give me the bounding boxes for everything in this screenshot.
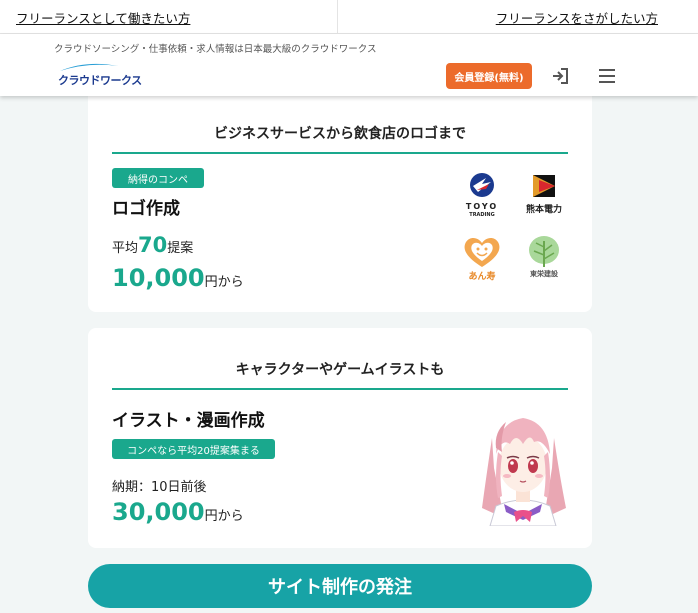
delivery-time: 納期：10日前後 [112, 480, 207, 495]
avg-suffix: 提案 [167, 241, 194, 256]
illustration-service-title: イラスト・漫画作成 [112, 411, 265, 431]
toei-kensetsu-logo: 東栄建設 [522, 235, 566, 279]
hamburger-menu-icon[interactable] [599, 69, 615, 83]
logo-service-price: 10,000円から [112, 264, 244, 292]
register-button[interactable]: 会員登録(無料) [446, 63, 532, 89]
client-link[interactable]: フリーランスをさがしたい方 [338, 0, 698, 34]
toyo-trading-logo: TOYO TRADING [460, 172, 504, 218]
price-suffix: 円から [204, 275, 244, 290]
price-number: 10,000 [112, 264, 205, 292]
anime-girl-illustration [482, 418, 566, 526]
logo-text: クラウドワークス [58, 74, 142, 87]
toei-text: 東栄建設 [530, 270, 558, 278]
freelancer-link[interactable]: フリーランスとして働きたい方 [0, 0, 338, 34]
order-site-production-button[interactable]: サイト制作の発注 [88, 564, 592, 608]
illustration-service-heading: キャラクターやゲームイラストも [112, 359, 568, 390]
logo-swoosh-icon [60, 63, 118, 71]
toyo-logo-icon [470, 173, 494, 197]
kumamoto-logo-icon [533, 175, 555, 197]
price-number: 30,000 [112, 498, 205, 526]
audience-bar: フリーランスとして働きたい方 フリーランスをさがしたい方 [0, 0, 698, 34]
site-header: クラウドソーシング・仕事依頼・求人情報は日本最大級のクラウドワークス クラウドワ… [0, 34, 698, 96]
toyo-text: TOYO [465, 202, 499, 211]
kumamoto-text: 熊本電力 [525, 205, 562, 215]
site-tagline: クラウドソーシング・仕事依頼・求人情報は日本最大級のクラウドワークス [54, 44, 377, 55]
toyo-subtext: TRADING [469, 212, 495, 218]
logo-service-heading: ビジネスサービスから飲食店のロゴまで [112, 123, 568, 154]
illustration-service-card[interactable]: キャラクターやゲームイラストも イラスト・漫画作成 コンペなら平均20提案集まる… [88, 328, 592, 548]
anju-logo: あん寿 [460, 235, 504, 282]
tree-icon [529, 236, 559, 267]
logo-service-badge: 納得のコンペ [112, 168, 204, 188]
average-proposals: 平均70提案 [112, 233, 193, 257]
anju-text: あん寿 [468, 272, 496, 282]
price-suffix: 円から [204, 509, 244, 524]
illustration-service-price: 30,000円から [112, 498, 244, 526]
heart-smile-icon [464, 237, 500, 267]
avg-prefix: 平均 [112, 241, 139, 256]
login-icon[interactable] [551, 67, 569, 85]
illustration-service-badge: コンペなら平均20提案集まる [112, 439, 275, 459]
logo-service-title: ロゴ作成 [112, 199, 180, 219]
kumamoto-denryoku-logo: 熊本電力 [522, 172, 566, 216]
logo-service-card[interactable]: ビジネスサービスから飲食店のロゴまで 納得のコンペ ロゴ作成 平均70提案 10… [88, 82, 592, 312]
crowdworks-logo[interactable]: クラウドワークス [58, 62, 142, 88]
avg-number: 70 [138, 233, 168, 257]
